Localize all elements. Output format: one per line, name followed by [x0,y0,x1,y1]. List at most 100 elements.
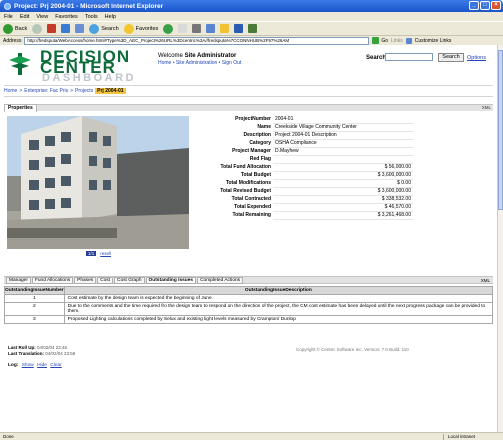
column-header-issue-number[interactable]: OutstandingIssueNumber [4,286,65,295]
logo-text-dashboard: DASHBOARD [42,72,136,84]
tab-completed-actions[interactable]: Completed Actions [197,276,244,284]
menu-favorites[interactable]: Favorites [55,14,78,20]
breadcrumb-enterprise[interactable]: Enterprise: Fac Pris [24,88,68,94]
print-icon[interactable] [192,24,202,33]
messenger-icon[interactable] [234,24,244,33]
forward-arrow-icon[interactable] [32,23,43,34]
research-icon[interactable] [248,24,258,33]
menu-file[interactable]: File [4,14,13,20]
breadcrumb-divider [4,96,493,97]
property-label: Total Modifications [225,180,271,186]
menu-help[interactable]: Help [105,14,116,20]
property-value: $ 338,532.00 [273,195,413,204]
property-row: Name Creekside Village Community Center [190,123,413,132]
property-value: $ 46,570.00 [273,203,413,212]
property-value: OSHA Compliance [273,139,413,148]
status-text: Done [3,434,14,439]
property-value [273,155,413,164]
property-row: Description Project 2004-01 Description [190,131,413,140]
menu-edit[interactable]: Edit [20,14,29,20]
photo-index-link[interactable]: 1/1 [86,251,97,256]
property-row: Total Budget $ 3,600,000.00 [190,171,413,180]
property-label: Total Fund Allocation [220,164,271,170]
refresh-icon[interactable] [61,24,71,33]
header-links[interactable]: Home • Site Administration • Sign Out [158,60,241,66]
project-building-photo [7,116,189,249]
maximize-button[interactable]: □ [480,1,490,10]
property-label: Total Revised Budget [220,188,271,194]
tab-manager[interactable]: Manager [6,276,31,284]
home-icon[interactable] [75,24,85,33]
property-value: $ 3,600,000.00 [273,171,413,180]
close-button[interactable]: × [491,1,501,10]
go-button[interactable]: Go [372,37,388,44]
tab-phases[interactable]: Phases [74,276,97,284]
tab-cost[interactable]: Cost [97,276,114,284]
detail-tabs: Manager Fund Allocations Phases Cost Cost Gr… [4,276,493,284]
search-input[interactable] [385,53,433,61]
star-icon [123,23,134,34]
log-hide-link[interactable]: Hide [37,363,47,368]
property-row: Category OSHA Compliance [190,139,413,148]
vertical-scrollbar[interactable] [497,45,503,432]
logo-mark-icon [9,53,31,75]
edit-icon[interactable] [206,24,216,33]
decision-center-logo[interactable]: DECISION CENTER DASHBOARD [8,48,158,84]
property-row: Total Contracted $ 338,532.00 [190,195,413,204]
photo-next-link[interactable]: resell [100,251,111,256]
search-toolbar-button[interactable]: Search [89,23,119,34]
search-button[interactable]: Search [438,53,464,62]
property-row: ProjectNumber 2004-01 [190,115,413,124]
magnifier-icon [89,23,100,34]
properties-section-bar: Properties XML [4,104,493,112]
tab-cost-graph[interactable]: Cost Graph [114,276,145,284]
property-label: Total Expended [234,204,271,210]
tab-outstanding-issues[interactable]: Outstanding Issues [145,276,197,284]
property-label: Red Flag [249,156,271,162]
folder-icon[interactable] [220,24,230,33]
ie-logo-icon [4,2,11,10]
back-arrow-icon [3,23,13,34]
property-value: 2004-01 [273,115,413,124]
breadcrumb-home[interactable]: Home [4,88,17,94]
minimize-button[interactable]: _ [469,1,479,10]
mail-icon[interactable] [178,24,188,33]
customize-links[interactable]: Customize Links [415,38,452,44]
column-header-issue-description[interactable]: OutstandingIssueDescription [63,286,494,295]
property-row: Total Remaining $ 3,261,468.00 [190,211,413,220]
properties-table: ProjectNumber 2004-01 Name Creekside Villag… [190,115,413,220]
address-bar: Address http://fredsputa/WebAccess/home.… [0,35,503,45]
back-button[interactable]: Back [3,23,27,34]
photo-links: 1/1 resell [86,251,111,256]
window-title-bar: Project: Prj 2004-01 - Microsoft Interne… [0,0,503,12]
property-value: $ 0.00 [273,179,413,188]
issues-xml-link[interactable]: XML [481,278,490,283]
address-input[interactable]: http://fredsputa/WebAccess/home.html#Typ… [24,36,370,45]
scrollbar-thumb[interactable] [498,50,503,210]
property-value: $ 56,000.00 [273,163,413,172]
properties-xml-link[interactable]: XML [482,105,491,110]
history-icon[interactable] [163,23,174,34]
property-row: Total Modifications $ 0.00 [190,179,413,188]
properties-tab[interactable]: Properties [4,104,37,112]
tab-fund-allocations[interactable]: Fund Allocations [31,276,74,284]
welcome-block: Welcome Site Administrator Home • Site A… [158,53,242,66]
property-value: $ 3,600,000.00 [273,187,413,196]
favorites-toolbar-button[interactable]: Favorites [123,23,158,34]
stop-icon[interactable] [47,24,57,33]
menu-tools[interactable]: Tools [85,14,98,20]
copyright-text: Copyright © Centric Software Inc. Versio… [296,347,409,352]
property-label: Total Budget [240,172,271,178]
issue-description-cell: Cost estimate by the design team is expe… [63,294,494,303]
issue-number-cell: 1 [4,294,65,303]
table-row: 1 Cost estimate by the design team is exp… [4,294,494,303]
property-label: Total Remaining [232,212,271,218]
log-show-link[interactable]: Show [22,363,34,368]
property-value: $ 3,261,468.00 [273,211,413,220]
property-row: Project Manager D.Mayhew [190,147,413,156]
options-link[interactable]: Options [467,55,486,61]
breadcrumb-projects[interactable]: Projects [75,88,93,94]
log-clear-link[interactable]: Clear [50,363,61,368]
table-row: 2 Due to the comments and the time requir… [4,302,494,316]
menu-view[interactable]: View [36,14,48,20]
